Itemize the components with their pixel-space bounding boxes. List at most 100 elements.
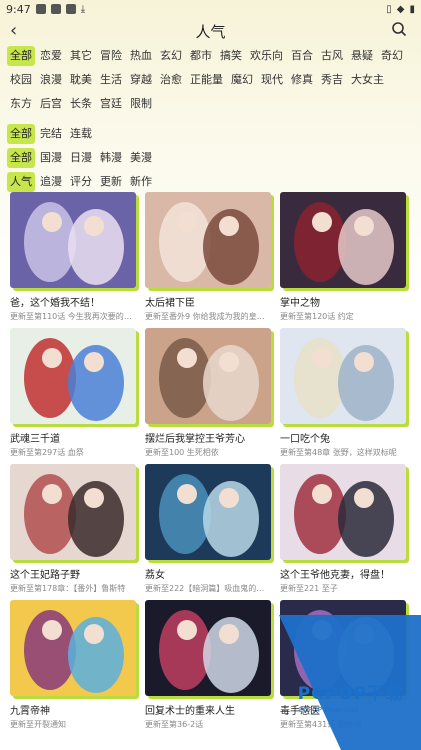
notification-icon xyxy=(50,4,61,14)
genres-chip[interactable]: 百合 xyxy=(288,46,316,66)
comic-card[interactable]: 九霄帝神 更新至开裂通知 xyxy=(10,600,136,736)
vibrate-icon: ▯ xyxy=(386,3,392,15)
comic-title: 荔女 xyxy=(145,570,165,581)
genres-chip[interactable]: 后宫 xyxy=(37,94,65,114)
page-title: 人气 xyxy=(195,22,226,41)
genres-chip[interactable]: 生活 xyxy=(97,70,125,90)
genres-chip[interactable]: 欢乐向 xyxy=(247,46,286,66)
genres-chip[interactable]: 限制 xyxy=(127,94,155,114)
region-chip[interactable]: 日漫 xyxy=(67,148,95,168)
comic-card[interactable]: 一口吃个兔 更新至第48章 张野，这样双标呢 xyxy=(280,328,406,464)
comic-title: 这个王妃路子野 xyxy=(10,570,80,581)
genres-chip[interactable]: 治愈 xyxy=(157,70,185,90)
comic-cover[interactable] xyxy=(10,328,136,424)
genres-chip[interactable]: 都市 xyxy=(187,46,215,66)
genres-chip[interactable]: 东方 xyxy=(7,94,35,114)
comic-grid: 爸，这个婚我不结！ 更新至第110话 今生我再次要的魔力 太后裙下臣更新至番外9 你… xyxy=(10,192,414,736)
comic-card[interactable]: 武魂三千道更新至第297话 血祭 xyxy=(10,328,136,464)
region-chip[interactable]: 国漫 xyxy=(37,148,65,168)
comic-update: 更新至番外9 你给我成为我的皇后吧 xyxy=(145,312,271,321)
genres-chip[interactable]: 耽美 xyxy=(67,70,95,90)
notification-icon xyxy=(65,4,76,14)
comic-cover[interactable] xyxy=(145,464,271,560)
comic-title: 太后裙下臣 xyxy=(145,298,195,309)
download-icon: ⤓ xyxy=(80,3,86,15)
genres-chip[interactable]: 现代 xyxy=(258,70,286,90)
genres-chip[interactable]: 正能量 xyxy=(187,70,226,90)
status-left: 9:47 ⤓ xyxy=(6,3,85,16)
comic-update: 更新至第36-2话 xyxy=(145,720,204,729)
comic-cover[interactable] xyxy=(10,192,136,288)
region-chip[interactable]: 韩漫 xyxy=(97,148,125,168)
sort-chip[interactable]: 评分 xyxy=(67,172,95,192)
comic-cover[interactable] xyxy=(145,328,271,424)
back-icon[interactable]: ‹ xyxy=(10,20,17,41)
filters: 全部 恋爱 其它 冒险 热血 玄幻 都市 搞笑 欢乐向 百合 古风 悬疑 奇幻 校园 浪漫 耽美 生活 穿越 治愈正… xyxy=(0,44,421,194)
comic-card[interactable]: 这个王妃路子野更新至第178章：【番外】鲁斯特 xyxy=(10,464,136,600)
comic-card[interactable]: 摆烂后我掌控王爷芳心 更新至100 生死相依 xyxy=(145,328,271,464)
status-right: ▯ ◆ ▮ xyxy=(386,4,415,15)
header: ‹ 人气 xyxy=(0,18,421,44)
comic-title: 掌中之物 xyxy=(280,298,320,309)
watermark-brand: PCPOP下载 xyxy=(297,684,403,704)
notification-icon xyxy=(35,4,46,14)
sort-chip[interactable]: 新作 xyxy=(127,172,155,192)
genres-chip[interactable]: 大女主 xyxy=(348,70,387,90)
comic-cover[interactable] xyxy=(145,192,271,288)
genres-chip[interactable]: 悬疑 xyxy=(348,46,376,66)
sort-chip[interactable]: 追漫 xyxy=(37,172,65,192)
comic-update: 更新至第178章：【番外】鲁斯特 xyxy=(10,584,126,593)
comic-cover[interactable] xyxy=(145,600,271,696)
status-chip[interactable]: 连载 xyxy=(67,124,95,144)
comic-title: 九霄帝神 xyxy=(10,706,50,717)
genres-chip[interactable]: 冒险 xyxy=(97,46,125,66)
comic-cover[interactable] xyxy=(280,328,406,424)
battery-icon: ▮ xyxy=(409,3,415,15)
status-chip[interactable]: 全部 xyxy=(7,124,35,144)
status-filter: 全部 完结 连载 xyxy=(6,122,415,146)
comic-card[interactable]: 爸，这个婚我不结！ 更新至第110话 今生我再次要的魔力 xyxy=(10,192,136,328)
genres-chip[interactable]: 古风 xyxy=(318,46,346,66)
sort-chip[interactable]: 更新 xyxy=(97,172,125,192)
status-chip[interactable]: 完结 xyxy=(37,124,65,144)
comic-card[interactable]: 太后裙下臣更新至番外9 你给我成为我的皇后吧 xyxy=(145,192,271,328)
genres-chip[interactable]: 魔幻 xyxy=(228,70,256,90)
genres-chip[interactable]: 校园 xyxy=(7,70,35,90)
sort-filter: 人气 追漫 评分 更新 新作 xyxy=(6,170,415,194)
region-chip[interactable]: 全部 xyxy=(7,148,35,168)
sort-chip[interactable]: 人气 xyxy=(7,172,35,192)
genres-chip[interactable]: 浪漫 xyxy=(37,70,65,90)
genres-chip[interactable]: 玄幻 xyxy=(157,46,185,66)
comic-card[interactable]: 回复术士的重来人生 更新至第36-2话 xyxy=(145,600,271,736)
genres-chip[interactable]: 全部 xyxy=(7,46,35,66)
comic-cover[interactable] xyxy=(280,464,406,560)
comic-update: 更新至第431话 我终将 xyxy=(280,720,362,729)
genre-filter: 全部 恋爱 其它 冒险 热血 玄幻 都市 搞笑 欢乐向 百合 古风 悬疑 奇幻校园 浪漫 耽美 生活 穿越 治愈正… xyxy=(6,44,415,116)
watermark-sub: PCPOP Download xyxy=(298,706,359,714)
comic-title: 爸，这个婚我不结！ xyxy=(10,298,100,309)
comic-title: 摆烂后我掌控王爷芳心 xyxy=(145,434,245,445)
genres-chip[interactable]: 穿越 xyxy=(127,70,155,90)
genres-chip[interactable]: 秀吉 xyxy=(318,70,346,90)
comic-cover[interactable] xyxy=(280,192,406,288)
genres-chip[interactable]: 其它 xyxy=(67,46,95,66)
comic-card[interactable]: 掌中之物 更新至第120话 约定 xyxy=(280,192,406,328)
status-bar: 9:47 ⤓ ▯ ◆ ▮ xyxy=(0,0,421,18)
genres-chip[interactable]: 搞笑 xyxy=(217,46,245,66)
comic-cover[interactable] xyxy=(10,464,136,560)
genres-chip[interactable]: 修真 xyxy=(288,70,316,90)
search-icon[interactable] xyxy=(391,21,407,41)
comic-title: 武魂三千道 xyxy=(10,434,60,445)
comic-card[interactable]: 毒手惑医 更新至第431话 我终将 xyxy=(280,600,406,736)
genres-chip[interactable]: 宫廷 xyxy=(97,94,125,114)
comic-card[interactable]: 这个王爷他克妻，得盘！ 更新至221 至子 xyxy=(280,464,406,600)
genres-chip[interactable]: 热血 xyxy=(127,46,155,66)
comic-cover[interactable] xyxy=(10,600,136,696)
region-chip[interactable]: 美漫 xyxy=(127,148,155,168)
genres-chip[interactable]: 长条 xyxy=(67,94,95,114)
status-time: 9:47 xyxy=(6,2,31,16)
comic-update: 更新至第297话 血祭 xyxy=(10,448,84,457)
genres-chip[interactable]: 奇幻 xyxy=(378,46,406,66)
comic-card[interactable]: 荔女 更新至222【暗洞篇】吸血鬼的咒语 xyxy=(145,464,271,600)
genres-chip[interactable]: 恋爱 xyxy=(37,46,65,66)
